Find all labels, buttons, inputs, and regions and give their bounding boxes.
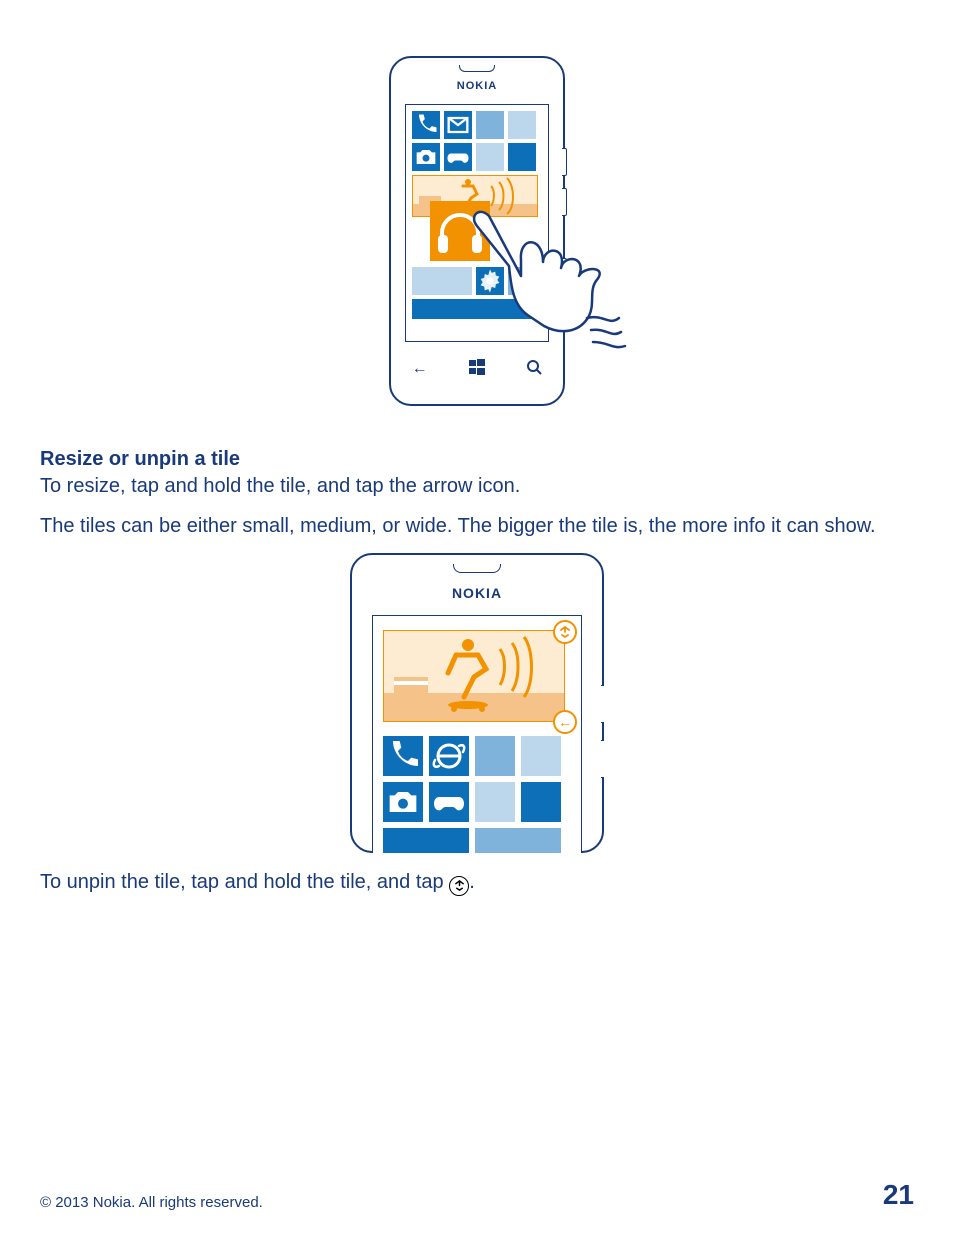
side-button-icon — [562, 258, 567, 286]
mail-icon — [444, 111, 472, 139]
camera-icon — [383, 782, 423, 822]
phone-icon — [412, 111, 440, 139]
side-button-icon — [562, 188, 567, 216]
phone-frame: NOKIA — [350, 553, 604, 853]
generic-tile — [412, 267, 472, 295]
back-icon: ← — [412, 360, 428, 378]
generic-tile — [508, 143, 536, 171]
phone-tile — [412, 111, 440, 139]
generic-tile — [476, 143, 504, 171]
camera-tile — [383, 782, 423, 822]
gamepad-icon — [429, 782, 469, 822]
page-number: 21 — [883, 1179, 914, 1211]
generic-tile — [508, 267, 536, 295]
phone-brand: NOKIA — [352, 585, 602, 601]
phone-icon — [383, 736, 423, 776]
body-text: The tiles can be either small, medium, o… — [40, 513, 914, 539]
generic-tile — [475, 736, 515, 776]
body-text: To resize, tap and hold the tile, and ta… — [40, 473, 914, 499]
mail-tile — [444, 111, 472, 139]
generic-tile — [475, 828, 561, 853]
phone-tile — [383, 736, 423, 776]
camera-tile — [412, 143, 440, 171]
figure-resize-tile: NOKIA — [40, 553, 914, 853]
phone-screen — [405, 104, 549, 342]
page-footer: © 2013 Nokia. All rights reserved. 21 — [40, 1179, 914, 1211]
side-button-icon — [562, 148, 567, 176]
music-tile-dragging — [430, 201, 490, 261]
figure-move-tile: NOKIA — [40, 56, 914, 406]
side-button-icon — [601, 740, 604, 778]
phone-navbar: ← — [391, 354, 563, 384]
resize-arrow-button-icon: ← — [553, 710, 577, 734]
browser-tile — [429, 736, 469, 776]
text-fragment: To unpin the tile, tap and hold the tile… — [40, 871, 449, 893]
windows-icon — [469, 359, 485, 380]
generic-tile — [412, 299, 536, 319]
games-tile — [444, 143, 472, 171]
photo-tile-selected — [383, 630, 565, 722]
unpin-button-icon — [553, 620, 577, 644]
settings-tile — [476, 267, 504, 295]
gamepad-icon — [444, 143, 472, 171]
generic-tile — [476, 111, 504, 139]
side-button-icon — [601, 685, 604, 723]
copyright-text: © 2013 Nokia. All rights reserved. — [40, 1194, 263, 1211]
search-icon — [526, 359, 542, 380]
generic-tile — [383, 828, 469, 853]
generic-tile — [475, 782, 515, 822]
generic-tile — [521, 736, 561, 776]
earpiece-icon — [459, 65, 495, 72]
generic-tile — [508, 111, 536, 139]
ie-icon — [429, 736, 469, 776]
camera-icon — [412, 143, 440, 171]
generic-tile — [521, 782, 561, 822]
headphones-icon — [430, 201, 490, 261]
section-heading: Resize or unpin a tile — [40, 448, 914, 471]
unpin-icon — [449, 876, 469, 896]
body-text: To unpin the tile, tap and hold the tile… — [40, 869, 914, 896]
earpiece-icon — [453, 564, 501, 573]
phone-screen: ← — [372, 615, 582, 853]
gear-icon — [476, 267, 504, 295]
text-fragment: . — [469, 871, 475, 893]
skateboarder-icon — [384, 631, 564, 721]
games-tile — [429, 782, 469, 822]
phone-brand: NOKIA — [391, 80, 563, 92]
phone-frame: NOKIA — [389, 56, 565, 406]
